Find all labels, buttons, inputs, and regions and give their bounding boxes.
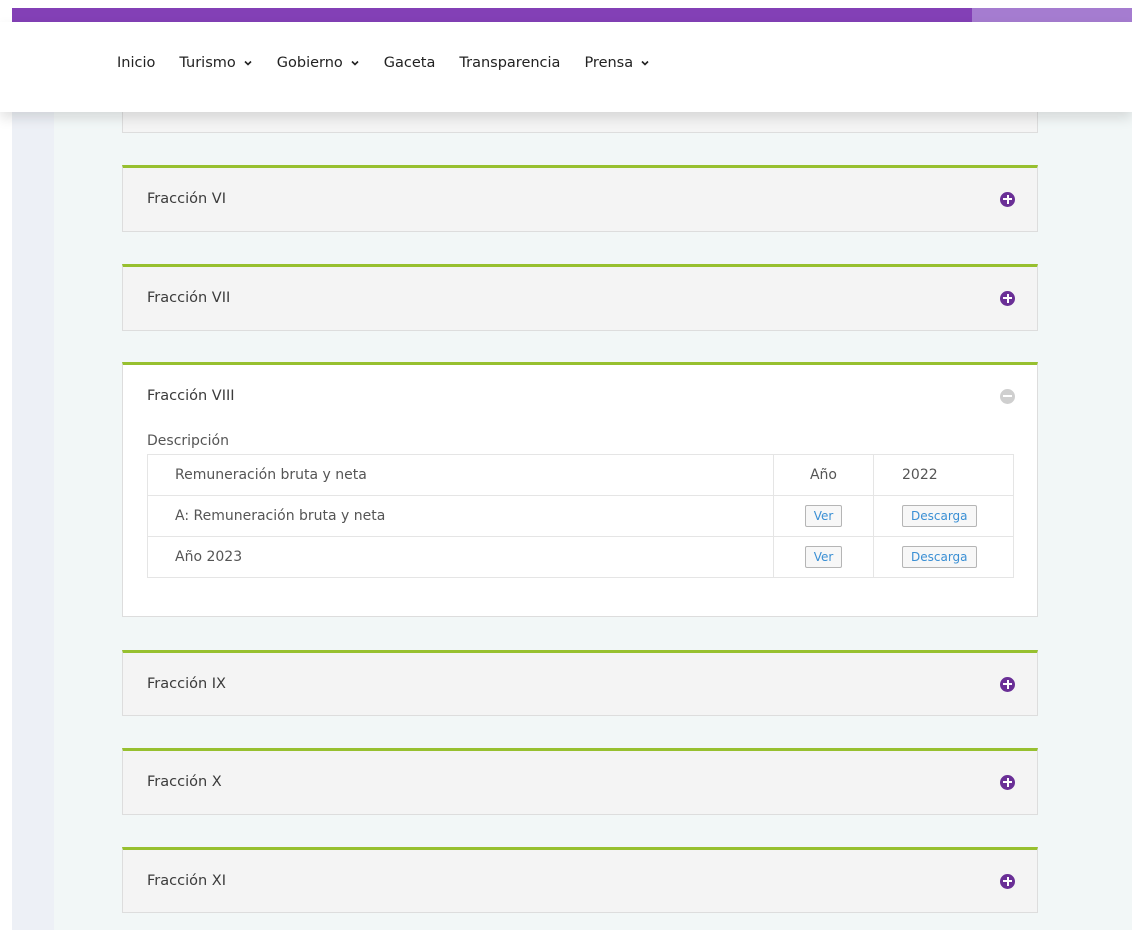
plus-circle-icon[interactable] (1000, 676, 1015, 692)
nav-item-label: Gaceta (383, 55, 436, 71)
top-color-bar-main (12, 8, 972, 22)
view-button[interactable]: Ver (804, 546, 843, 568)
top-color-bar-accent (972, 8, 1132, 22)
minus-circle-icon[interactable] (1000, 388, 1015, 404)
accordion-title: Fracción VIII (147, 388, 235, 404)
chevron-down-icon (243, 58, 253, 68)
nav-item-gobierno[interactable]: Gobierno (277, 55, 360, 71)
accordion-panel-fraccion-ix: Fracción IX (122, 650, 1038, 716)
accordion-title: Fracción X (147, 774, 222, 790)
accordion-header[interactable]: Fracción VII (123, 267, 1037, 329)
nav-item-inicio[interactable]: Inicio (117, 55, 155, 71)
nav-item-transparencia[interactable]: Transparencia (459, 55, 560, 71)
nav-item-label: Inicio (117, 55, 156, 71)
nav-item-prensa[interactable]: Prensa (584, 55, 650, 71)
table-row: A: Remuneración bruta y neta Ver Descarg… (147, 495, 1014, 537)
accordion-header[interactable]: Fracción VI (123, 168, 1037, 230)
accordion-header[interactable]: Fracción IX (123, 653, 1037, 715)
nav-item-label: Gobierno (276, 55, 343, 71)
table-cell-name: Remuneración bruta y neta (147, 454, 774, 496)
accordion-panel-fraccion-vii: Fracción VII (122, 264, 1038, 331)
main-menu: Inicio Turismo Gobierno Gaceta Transpare… (117, 55, 674, 71)
nav-item-label: Prensa (584, 55, 634, 71)
nav-item-turismo[interactable]: Turismo (179, 55, 252, 71)
plus-circle-icon[interactable] (1000, 873, 1015, 889)
accordion-title: Fracción VII (147, 290, 231, 306)
view-button[interactable]: Ver (804, 505, 843, 527)
table-cell-view: Ver (773, 536, 874, 578)
documents-table: Remuneración bruta y neta Año 2022 A: Re… (147, 454, 1014, 578)
accordion-panel-fraccion-viii: Fracción VIII Descripción Remuneración b… (122, 362, 1038, 617)
accordion-header[interactable]: Fracción VIII (123, 365, 1037, 427)
chevron-down-icon (350, 58, 360, 68)
accordion-title: Fracción VI (147, 191, 226, 207)
plus-circle-icon[interactable] (1000, 290, 1015, 306)
accordion-panel-fraccion-x: Fracción X (122, 748, 1038, 815)
top-color-bar (0, 0, 1132, 22)
table-cell-year-label: Año (773, 454, 874, 496)
download-button[interactable]: Descarga (902, 546, 977, 568)
nav-item-label: Transparencia (459, 55, 561, 71)
table-cell-year-value: 2022 (873, 454, 1014, 496)
accordion-header[interactable]: Fracción X (123, 751, 1037, 813)
main-navbar: Inicio Turismo Gobierno Gaceta Transpare… (0, 22, 1132, 112)
plus-circle-icon[interactable] (1000, 191, 1015, 207)
left-sidebar-strip (12, 112, 54, 930)
previous-panel-bottom (122, 112, 1038, 133)
description-label: Descripción (147, 433, 229, 449)
table-cell-download: Descarga (873, 495, 1014, 537)
accordion-title: Fracción XI (147, 873, 226, 889)
table-cell-name: A: Remuneración bruta y neta (147, 495, 774, 537)
plus-circle-icon[interactable] (1000, 774, 1015, 790)
table-row: Año 2023 Ver Descarga (147, 536, 1014, 578)
table-cell-name: Año 2023 (147, 536, 774, 578)
accordion-header[interactable]: Fracción XI (123, 850, 1037, 912)
table-cell-download: Descarga (873, 536, 1014, 578)
accordion-panel-fraccion-vi: Fracción VI (122, 165, 1038, 232)
download-button[interactable]: Descarga (902, 505, 977, 527)
accordion-panel-fraccion-xi: Fracción XI (122, 847, 1038, 913)
accordion-title: Fracción IX (147, 676, 226, 692)
table-row: Remuneración bruta y neta Año 2022 (147, 454, 1014, 496)
table-cell-view: Ver (773, 495, 874, 537)
nav-item-gaceta[interactable]: Gaceta (384, 55, 436, 71)
chevron-down-icon (640, 58, 650, 68)
nav-item-label: Turismo (179, 55, 236, 71)
